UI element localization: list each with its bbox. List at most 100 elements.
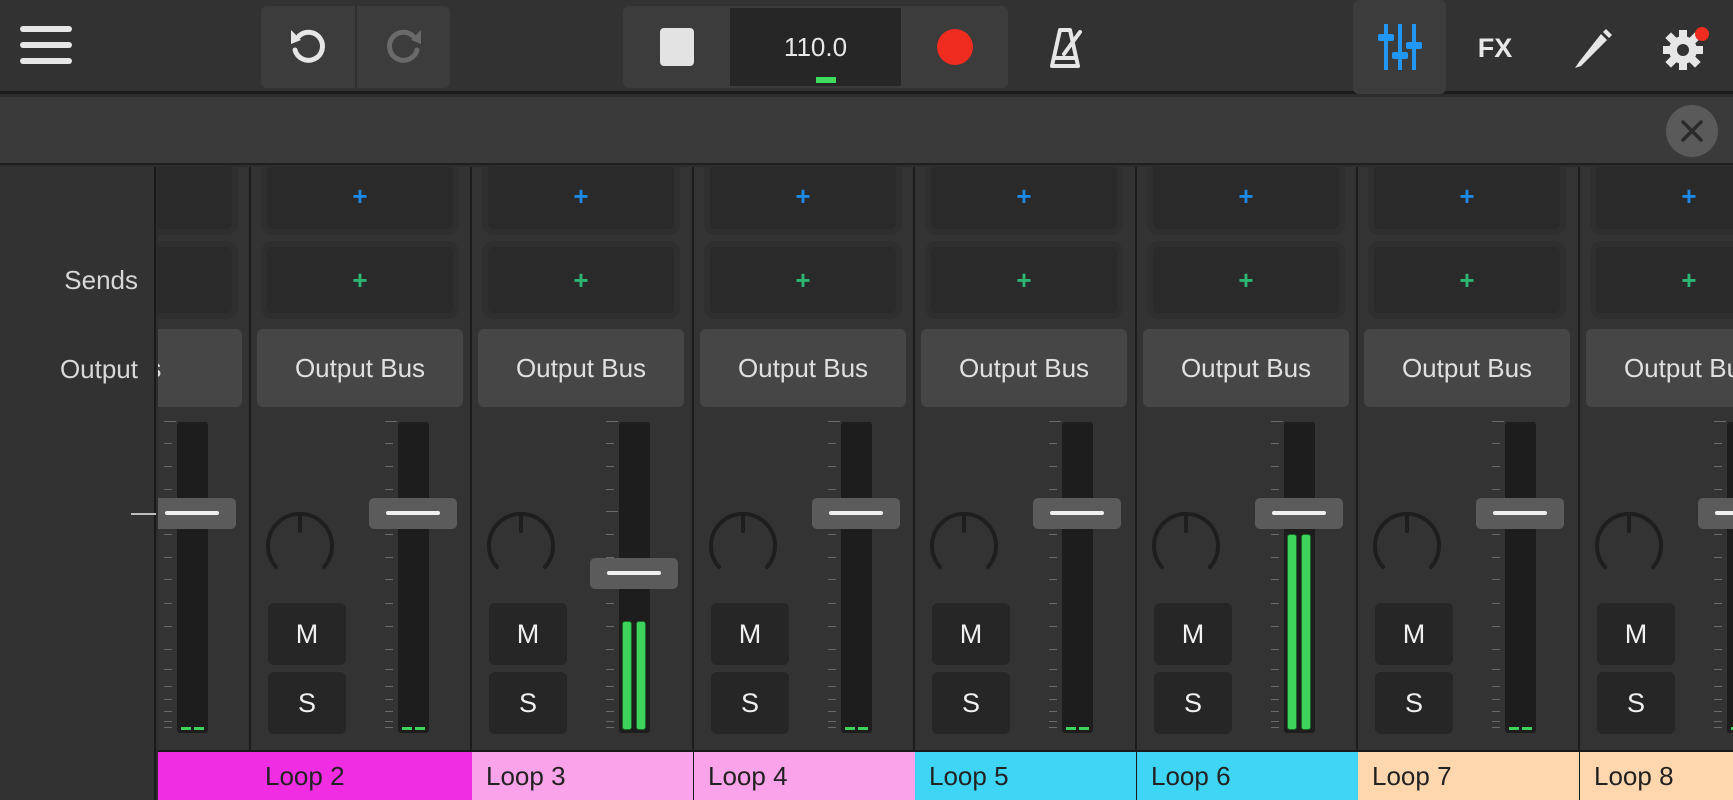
fx-slot-add[interactable]: + [482, 167, 680, 235]
output-bus-button[interactable]: Output Bus [257, 329, 463, 407]
solo-button[interactable]: S [1597, 672, 1675, 734]
solo-button[interactable]: S [1375, 672, 1453, 734]
channel-strips: ++Bus++Output Bus MSLoop 2++Output Bus M… [158, 167, 1733, 800]
level-meter-left [1066, 727, 1076, 730]
unity-marker [131, 513, 156, 515]
channel-name[interactable]: Loop 6 [1137, 750, 1358, 800]
fx-slot-add[interactable]: + [925, 167, 1123, 235]
send-slot-add[interactable]: + [261, 241, 459, 319]
fader-track[interactable] [177, 422, 208, 733]
fx-slot-add[interactable]: + [1147, 167, 1345, 235]
output-bus-button[interactable]: Output Bus [478, 329, 684, 407]
output-bus-button[interactable]: Output Bus [1143, 329, 1349, 407]
output-bus-button[interactable]: Output Bus [921, 329, 1127, 407]
plus-icon: + [1459, 180, 1475, 211]
mute-button[interactable]: M [268, 603, 346, 665]
fader-track[interactable] [841, 422, 872, 733]
send-slot-add[interactable]: + [925, 241, 1123, 319]
pan-knob[interactable] [1591, 507, 1667, 583]
plus-icon: + [1238, 180, 1254, 211]
send-slot-add[interactable]: + [482, 241, 680, 319]
beat-indicator [816, 77, 836, 83]
channel-name[interactable]: Loop 2 [251, 750, 472, 800]
close-button[interactable] [1666, 105, 1718, 157]
send-slot-add[interactable]: + [158, 241, 238, 319]
redo-button[interactable] [357, 6, 450, 88]
send-slot-add[interactable]: + [1147, 241, 1345, 319]
output-bus-button[interactable]: Bus [158, 329, 242, 407]
volume-fader-handle[interactable] [1255, 498, 1343, 529]
channel-strip: + + Output Bus M S Loop 2 [251, 167, 472, 800]
solo-button[interactable]: S [489, 672, 567, 734]
volume-fader-handle[interactable] [1476, 498, 1564, 529]
volume-fader-handle[interactable] [369, 498, 457, 529]
mute-button[interactable]: M [1375, 603, 1453, 665]
mute-button[interactable]: M [711, 603, 789, 665]
output-bus-button[interactable]: Output Bus [1364, 329, 1570, 407]
volume-fader-handle[interactable] [590, 558, 678, 589]
solo-button[interactable]: S [932, 672, 1010, 734]
fx-slot-add[interactable]: + [1590, 167, 1733, 235]
channel-name[interactable]: Loop 4 [694, 750, 915, 800]
send-slot-add[interactable]: + [1590, 241, 1733, 319]
volume-fader-handle[interactable] [812, 498, 900, 529]
level-meter-right [194, 727, 204, 730]
plus-icon: + [1238, 264, 1254, 295]
mixer-screen: 110.0 FX Sends Output + + Output Bus M S… [0, 0, 1733, 800]
send-slot-add[interactable]: + [1368, 241, 1566, 319]
pan-knob[interactable] [705, 507, 781, 583]
fader-track[interactable] [398, 422, 429, 733]
panel-header [0, 97, 1733, 165]
close-icon [1681, 120, 1703, 142]
level-meter-right [415, 727, 425, 730]
fader-track[interactable] [1505, 422, 1536, 733]
solo-button[interactable]: S [711, 672, 789, 734]
undo-redo-group [261, 6, 450, 88]
fx-button[interactable]: FX [1470, 28, 1520, 68]
metronome-icon[interactable] [1040, 22, 1090, 72]
channel-name[interactable]: Loop 3 [472, 750, 693, 800]
mute-button[interactable]: M [932, 603, 1010, 665]
pan-knob[interactable] [926, 507, 1002, 583]
pan-knob[interactable] [1369, 507, 1445, 583]
fx-slot-add[interactable]: + [261, 167, 459, 235]
solo-button[interactable]: S [1154, 672, 1232, 734]
level-meter-left [1509, 727, 1519, 730]
mute-button[interactable]: M [489, 603, 567, 665]
settings-button[interactable] [1658, 20, 1714, 76]
mute-button[interactable]: M [1597, 603, 1675, 665]
output-bus-button[interactable]: Output Bus [1586, 329, 1733, 407]
channel-name[interactable]: Loop 5 [915, 750, 1136, 800]
fader-track[interactable] [1284, 422, 1315, 733]
record-button[interactable] [901, 6, 1008, 88]
redo-icon [387, 29, 421, 63]
output-bus-button[interactable]: Output Bus [700, 329, 906, 407]
fader-scale [1492, 421, 1504, 731]
volume-fader-handle[interactable] [158, 498, 236, 529]
fx-slot-add[interactable]: + [704, 167, 902, 235]
plus-icon: + [1459, 264, 1475, 295]
fx-slot-add[interactable]: + [1368, 167, 1566, 235]
undo-icon [291, 29, 325, 63]
pan-knob[interactable] [1148, 507, 1224, 583]
plus-icon: + [1681, 180, 1697, 211]
solo-button[interactable]: S [268, 672, 346, 734]
send-slot-add[interactable]: + [704, 241, 902, 319]
fx-slot-add[interactable]: + [158, 167, 238, 235]
channel-name[interactable]: Loop 7 [1358, 750, 1579, 800]
fader-track[interactable] [1727, 422, 1733, 733]
mute-button[interactable]: M [1154, 603, 1232, 665]
pan-knob[interactable] [262, 507, 338, 583]
channel-name[interactable]: Loop 8 [1580, 750, 1733, 800]
volume-fader-handle[interactable] [1033, 498, 1121, 529]
pan-knob[interactable] [483, 507, 559, 583]
mixer-button[interactable] [1353, 0, 1446, 94]
pencil-icon[interactable] [1565, 24, 1615, 70]
menu-icon[interactable] [14, 22, 78, 72]
volume-fader-handle[interactable] [1698, 498, 1733, 529]
tempo-display[interactable]: 110.0 [730, 8, 901, 86]
stop-button[interactable] [623, 6, 730, 88]
level-meter-right [858, 727, 868, 730]
fader-track[interactable] [1062, 422, 1093, 733]
undo-button[interactable] [261, 6, 355, 88]
